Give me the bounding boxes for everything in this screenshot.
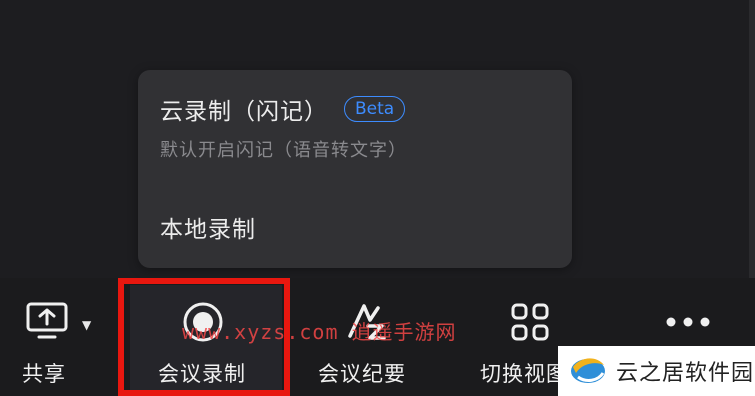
stage-edge <box>749 0 755 278</box>
brand-logo-icon <box>568 349 608 393</box>
local-recording-option[interactable]: 本地录制 <box>160 210 256 244</box>
grid-view-icon <box>510 302 550 346</box>
brand-name: 云之居软件园 <box>616 361 755 386</box>
cloud-recording-title: 云录制（闪记） <box>160 99 328 125</box>
cloud-recording-subtitle: 默认开启闪记（语音转文字） <box>160 140 407 161</box>
screen-share-icon <box>26 302 68 344</box>
site-watermark: www.xyzs.com 逍遥手游网 <box>182 320 457 344</box>
brand-watermark: 云之居软件园 <box>558 346 755 396</box>
beta-badge: Beta <box>344 96 406 122</box>
share-label: 共享 <box>22 362 66 386</box>
meeting-summary-label: 会议纪要 <box>318 362 406 386</box>
share-button[interactable]: ▼ 共享 <box>0 278 110 396</box>
more-dots-icon <box>664 314 712 333</box>
recording-menu: 云录制（闪记） Beta 默认开启闪记（语音转文字） 本地录制 <box>138 70 572 268</box>
switch-view-button[interactable]: 切换视图 <box>460 278 567 396</box>
cloud-recording-option[interactable]: 云录制（闪记） Beta 默认开启闪记（语音转文字） <box>160 92 540 162</box>
switch-view-label: 切换视图 <box>480 362 568 386</box>
chevron-down-icon[interactable]: ▼ <box>82 318 91 332</box>
